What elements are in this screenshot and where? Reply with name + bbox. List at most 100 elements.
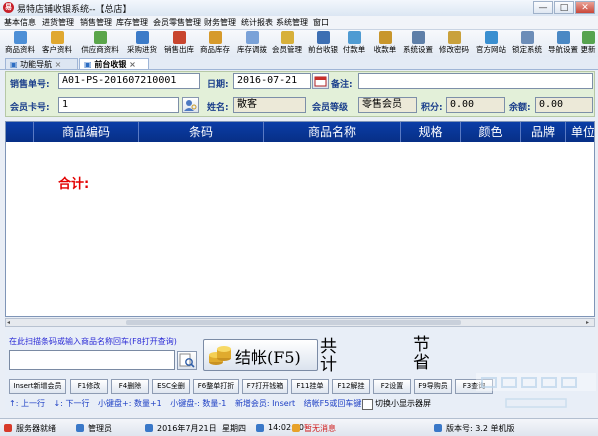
menu-member-retail[interactable]: 会员零售管理 (153, 17, 201, 28)
title-bar: 易 易特店铺收银系统--【总店】 — □ ✕ (0, 0, 598, 17)
remark-field[interactable] (358, 73, 593, 89)
toolbar-products-button[interactable]: 商品资料 (1, 30, 39, 57)
name-field[interactable]: 散客 (233, 97, 306, 113)
status-message[interactable]: 暂无消息 (304, 423, 336, 434)
close-icon[interactable]: × (55, 60, 62, 69)
column-header-color[interactable]: 颜色 (461, 122, 521, 142)
menu-inventory[interactable]: 库存管理 (116, 17, 148, 28)
menu-sales[interactable]: 销售管理 (80, 17, 112, 28)
close-button[interactable]: ✕ (575, 1, 595, 14)
scroll-left-icon[interactable]: ◂ (7, 319, 15, 326)
member-card-field[interactable]: 1 (58, 97, 179, 113)
member-level-field[interactable]: 零售会员 (358, 97, 417, 113)
toolbar-update-button[interactable]: 更新 (578, 30, 598, 57)
menu-purchase[interactable]: 进货管理 (42, 17, 74, 28)
close-icon[interactable]: × (129, 60, 136, 69)
toolbar-stock-button[interactable]: 商品库存 (196, 30, 234, 57)
settings-icon (411, 31, 425, 44)
calendar-icon[interactable] (312, 73, 329, 89)
tab-pos[interactable]: ▣ 前台收银 × (79, 58, 149, 69)
column-header-barcode[interactable]: 条码 (139, 122, 264, 142)
toolbar-transfer-button[interactable]: 库存调拨 (233, 30, 271, 57)
navigation-icon (556, 31, 570, 44)
product-search-button[interactable] (177, 351, 197, 370)
menu-basic-info[interactable]: 基本信息 (4, 17, 36, 28)
saved-caption: 节 省 (413, 335, 430, 373)
tab-bar: ▣ 功能导航 × ▣ 前台收银 × (0, 57, 598, 70)
f2-settings-button[interactable]: F2设置 (373, 379, 411, 394)
toolbar-suppliers-button[interactable]: 供应商资料 (78, 30, 122, 57)
column-header-unit[interactable]: 单位 (566, 122, 594, 142)
toolbar-password-button[interactable]: 修改密码 (435, 30, 473, 57)
toolbar-receipt-button[interactable]: 收款单 (368, 30, 402, 57)
name-label: 姓名: (207, 103, 229, 113)
status-date: 2016年7月21日 (157, 424, 217, 433)
points-field[interactable]: 0.00 (446, 97, 505, 113)
menu-system[interactable]: 系统管理 (276, 17, 308, 28)
current-user: 管理员 (88, 424, 112, 433)
order-no-field[interactable]: A01-PS-201607210001 (58, 73, 200, 89)
f4-delete-button[interactable]: F4删除 (111, 379, 149, 394)
f7-cash-drawer-button[interactable]: F7打开钱箱 (242, 379, 288, 394)
f1-edit-button[interactable]: F1修改 (70, 379, 108, 394)
insert-member-button[interactable]: Insert新增会员 (9, 379, 66, 394)
update-icon (581, 31, 595, 44)
balance-field[interactable]: 0.00 (535, 97, 593, 113)
toolbar-nav-settings-button[interactable]: 导航设置 (544, 30, 582, 57)
key-icon (447, 31, 461, 44)
column-header-brand[interactable]: 品牌 (521, 122, 566, 142)
menu-window[interactable]: 窗口 (313, 17, 329, 28)
date-field[interactable]: 2016-07-21 (233, 73, 311, 89)
balance-label: 余额: (509, 103, 531, 113)
barcode-input[interactable] (9, 350, 175, 370)
shortcut-hints: ↑: 上一行 ↓: 下一行 小键盘+: 数量+1 小键盘-: 数量-1 新增会员… (9, 399, 362, 408)
toolbar-website-button[interactable]: 官方网站 (472, 30, 510, 57)
menu-finance[interactable]: 财务管理 (204, 17, 236, 28)
menu-reports[interactable]: 统计报表 (241, 17, 273, 28)
total-caption: 共 计 (320, 337, 337, 375)
grid-total-label: 合计: (58, 177, 90, 192)
toolbar-settings-button[interactable]: 系统设置 (399, 30, 437, 57)
member-card-label: 会员卡号: (10, 103, 50, 113)
member-search-icon[interactable] (182, 97, 199, 113)
checkout-label: 结帐(F5) (235, 348, 301, 367)
member-icon (280, 31, 294, 44)
status-bar: 服务器就绪 管理员 2016年7月21日 星期四 14:02:50 暂无消息 版… (0, 418, 598, 436)
toolbar-members-button[interactable]: 会员管理 (268, 30, 306, 57)
scrollbar-thumb[interactable] (126, 320, 461, 325)
esc-clear-button[interactable]: ESC全删 (152, 379, 190, 394)
message-icon (292, 424, 300, 432)
maximize-button[interactable]: □ (554, 1, 574, 14)
column-header-name[interactable]: 商品名称 (264, 122, 401, 142)
sales-grid[interactable]: 商品编码 条码 商品名称 规格 颜色 品牌 单位 (5, 121, 595, 317)
f11-hold-button[interactable]: F11挂单 (291, 379, 329, 394)
f12-resume-button[interactable]: F12解挂 (332, 379, 370, 394)
grid-header: 商品编码 条码 商品名称 规格 颜色 品牌 单位 (6, 122, 594, 142)
toolbar-purchase-button[interactable]: 采购进货 (123, 30, 161, 57)
purchase-icon (135, 31, 149, 44)
column-header-code[interactable]: 商品编码 (34, 122, 139, 142)
toolbar-lock-button[interactable]: 锁定系统 (508, 30, 546, 57)
supplier-icon (93, 31, 107, 44)
toolbar: 商品资料 客户资料 供应商资料 采购进货 销售出库 商品库存 库存调拨 会员管理… (0, 30, 598, 58)
remark-label: 备注: (331, 80, 353, 90)
minimize-button[interactable]: — (533, 1, 553, 14)
lock-icon (520, 31, 534, 44)
toolbar-payment-button[interactable]: 付款单 (337, 30, 371, 57)
toolbar-customers-button[interactable]: 客户资料 (38, 30, 76, 57)
user-icon (76, 424, 84, 432)
f6-discount-button[interactable]: F6整单打折 (193, 379, 239, 394)
column-header-spec[interactable]: 规格 (401, 122, 461, 142)
horizontal-scrollbar[interactable]: ◂ ▸ (5, 318, 595, 327)
toolbar-sales-out-button[interactable]: 销售出库 (160, 30, 198, 57)
globe-icon (484, 31, 498, 44)
server-status-icon (4, 424, 12, 432)
receipt-icon (378, 31, 392, 44)
small-display-label: 切换小显示器屏 (375, 399, 431, 408)
scroll-right-icon[interactable]: ▸ (586, 319, 594, 326)
small-display-checkbox[interactable] (362, 399, 373, 410)
checkout-button[interactable]: 结帐(F5) (203, 339, 318, 371)
f9-salesperson-button[interactable]: F9导购员 (414, 379, 452, 394)
product-icon (13, 31, 27, 44)
tab-function-nav[interactable]: ▣ 功能导航 × (5, 58, 78, 69)
